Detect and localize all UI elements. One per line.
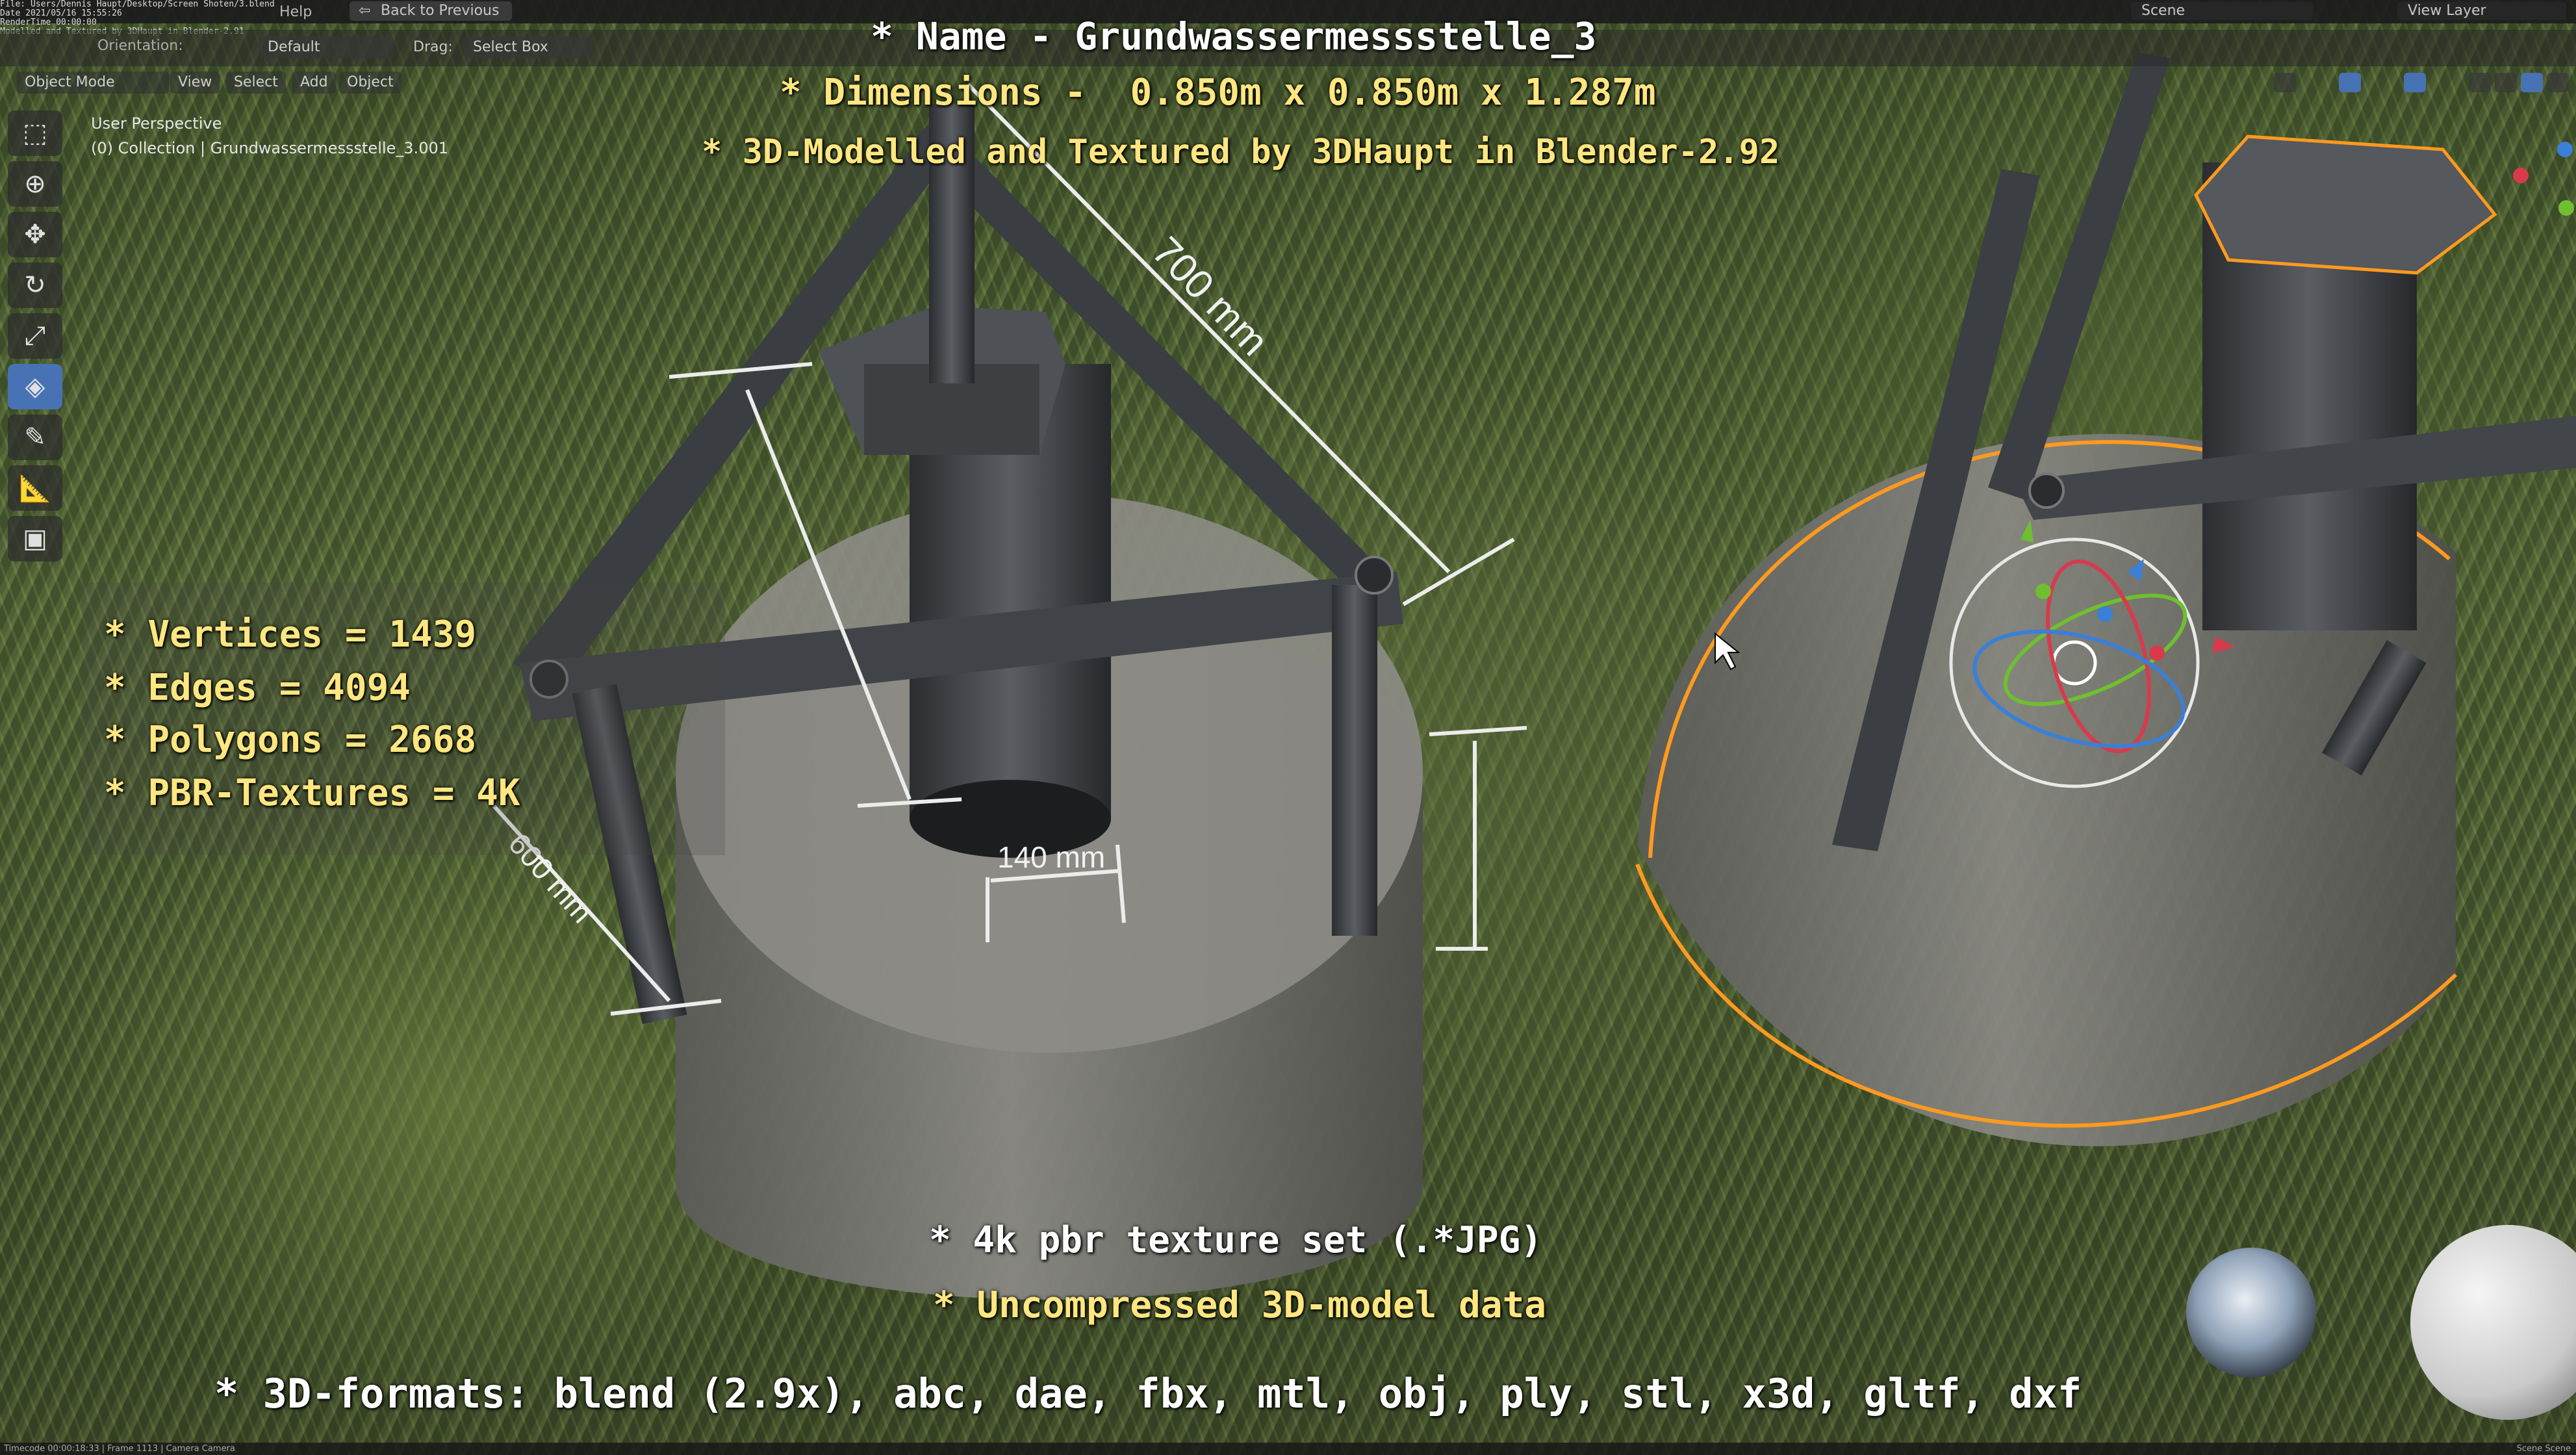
rendered-shading-icon[interactable] bbox=[2547, 73, 2569, 92]
tool-shelf: ⬚ ⊕ ✥ ↻ ⤢ ◈ ✎ 📐 ▣ bbox=[8, 110, 68, 567]
status-bar: Timecode 00:00:18:33 | Frame 1113 | Came… bbox=[0, 1443, 2576, 1455]
stat-edges: * Edges = 4094 bbox=[104, 667, 411, 709]
axis-z-icon[interactable] bbox=[2557, 142, 2573, 157]
orientation-dropdown[interactable]: Default bbox=[259, 36, 394, 58]
back-icon: ⇦ bbox=[359, 3, 371, 19]
object-mode-value: Object Mode bbox=[25, 74, 115, 90]
model-name-title: * Name - Grundwassermessstelle_3 bbox=[871, 14, 1597, 58]
menu-view[interactable]: View bbox=[170, 71, 220, 94]
rotate-tool-icon[interactable]: ↻ bbox=[8, 263, 62, 308]
orientation-label: Orientation: bbox=[97, 38, 183, 54]
hdri-preview-sphere bbox=[2186, 1248, 2316, 1378]
solid-shading-icon[interactable] bbox=[2495, 73, 2517, 92]
back-to-previous-button[interactable]: ⇦ Back to Previous bbox=[350, 1, 513, 21]
orientation-value: Default bbox=[268, 39, 320, 55]
drag-value: Select Box bbox=[473, 39, 548, 55]
add-cube-tool-icon[interactable]: ▣ bbox=[8, 516, 62, 561]
visibility-icon[interactable] bbox=[2274, 73, 2296, 92]
dimension-700-label: 700 mm bbox=[1143, 229, 1277, 365]
move-tool-icon[interactable]: ✥ bbox=[8, 212, 62, 257]
stat-polygons: * Polygons = 2668 bbox=[104, 719, 477, 761]
menu-object[interactable]: Object bbox=[339, 71, 402, 94]
model-dimensions: * Dimensions - 0.850m x 0.850m x 1.287m bbox=[780, 71, 1656, 114]
select-box-tool-icon[interactable]: ⬚ bbox=[8, 110, 62, 156]
drag-dropdown[interactable]: Select Box bbox=[464, 36, 593, 58]
drag-label: Drag: bbox=[413, 39, 453, 55]
texture-set-note: * 4k pbr texture set (.*JPG) bbox=[929, 1219, 1543, 1261]
view-layer-selector[interactable]: View Layer bbox=[2397, 2, 2566, 20]
status-bar-left: Timecode 00:00:18:33 | Frame 1113 | Came… bbox=[4, 1444, 235, 1454]
right-model-selected bbox=[1635, 52, 2576, 1146]
cursor-tool-icon[interactable]: ⊕ bbox=[8, 161, 62, 207]
gizmo-toggle-icon[interactable] bbox=[2339, 73, 2361, 92]
axis-x-icon[interactable] bbox=[2513, 168, 2529, 183]
object-mode-dropdown[interactable]: Object Mode bbox=[17, 71, 169, 94]
active-collection-label: (0) Collection | Grundwassermessstelle_3… bbox=[91, 139, 448, 157]
stat-vertices: * Vertices = 1439 bbox=[104, 613, 477, 656]
model-credit: * 3D-Modelled and Textured by 3DHaupt in… bbox=[702, 133, 1780, 172]
overlay-toggle-icon[interactable] bbox=[2404, 73, 2426, 92]
wireframe-shading-icon[interactable] bbox=[2469, 73, 2491, 92]
back-to-previous-label: Back to Previous bbox=[381, 3, 500, 19]
material-preview-sphere bbox=[2410, 1225, 2576, 1420]
viewport-perspective-label: User Perspective bbox=[91, 114, 222, 133]
menu-select[interactable]: Select bbox=[226, 71, 286, 94]
menu-add[interactable]: Add bbox=[292, 71, 336, 94]
formats-list: * 3D-formats: blend (2.9x), abc, dae, fb… bbox=[214, 1370, 2082, 1417]
scene-selector[interactable]: Scene bbox=[2131, 2, 2313, 20]
viewport-display-icons bbox=[2274, 68, 2576, 97]
axis-y-icon[interactable] bbox=[2558, 200, 2574, 216]
annotate-tool-icon[interactable]: ✎ bbox=[8, 415, 62, 460]
material-shading-icon[interactable] bbox=[2521, 73, 2543, 92]
uncompressed-note: * Uncompressed 3D-model data bbox=[933, 1284, 1547, 1326]
dimension-140-label: 140 mm bbox=[997, 840, 1105, 874]
stat-textures: * PBR-Textures = 4K bbox=[104, 772, 520, 814]
status-bar-right: Scene Scene bbox=[2516, 1444, 2571, 1454]
scale-tool-icon[interactable]: ⤢ bbox=[8, 313, 62, 359]
measure-tool-icon[interactable]: 📐 bbox=[8, 465, 62, 511]
menu-help[interactable]: Help bbox=[279, 4, 312, 20]
transform-tool-icon[interactable]: ◈ bbox=[8, 364, 62, 409]
